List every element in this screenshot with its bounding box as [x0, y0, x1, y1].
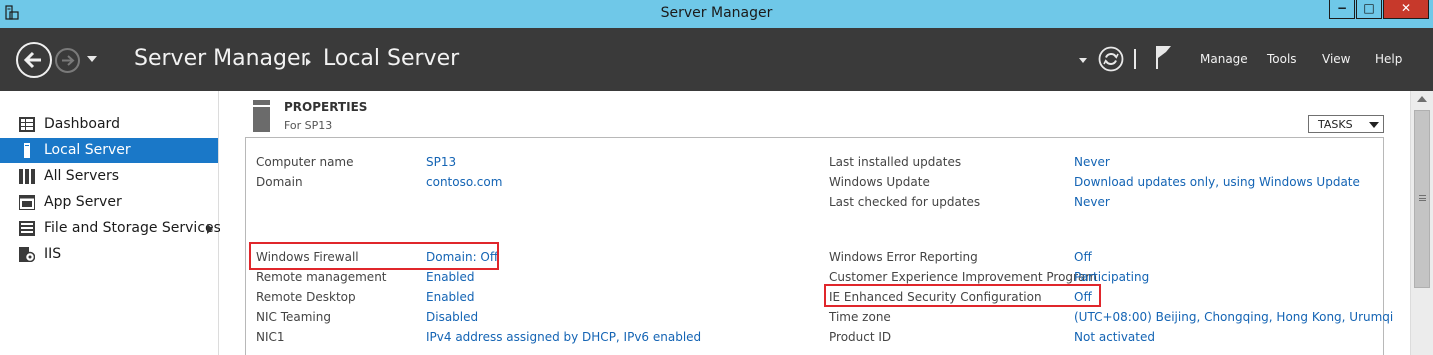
ceip-label: Customer Experience Improvement Program [829, 270, 1098, 284]
remote-management-label: Remote management [256, 270, 387, 284]
menu-tools[interactable]: Tools [1267, 52, 1297, 66]
sidebar-item-label: Local Server [44, 142, 131, 158]
tasks-label: TASKS [1318, 118, 1353, 131]
app-server-icon [19, 195, 35, 210]
sidebar-item-dashboard[interactable]: Dashboard [0, 112, 218, 137]
sidebar-item-iis[interactable]: IIS [0, 242, 218, 267]
refresh-icon[interactable] [1098, 46, 1124, 72]
file-storage-icon [19, 221, 35, 236]
windows-firewall-highlight [249, 242, 499, 270]
scroll-up-icon[interactable] [1417, 96, 1427, 102]
chevron-down-icon [1369, 122, 1379, 128]
nic1-label: NIC1 [256, 330, 285, 344]
last-checked-updates-value[interactable]: Never [1074, 195, 1110, 209]
window-title: Server Manager [660, 5, 773, 21]
time-zone-value[interactable]: (UTC+08:00) Beijing, Chongqing, Hong Kon… [1074, 310, 1393, 324]
notifications-dropdown-icon[interactable] [1079, 58, 1087, 63]
main-panel: PROPERTIES For SP13 TASKS Computer name … [220, 91, 1410, 355]
breadcrumb-separator-icon [306, 58, 311, 66]
last-checked-updates-label: Last checked for updates [829, 195, 981, 209]
time-zone-label: Time zone [829, 310, 891, 324]
sidebar-item-label: All Servers [44, 168, 120, 184]
sidebar-item-label: Dashboard [44, 116, 120, 132]
properties-subtitle: For SP13 [284, 119, 333, 132]
sidebar-item-app-server[interactable]: App Server [0, 190, 218, 215]
properties-panel: Computer name SP13 Domain contoso.com Wi… [245, 137, 1393, 355]
all-servers-icon [19, 169, 35, 184]
maximize-button[interactable]: □ [1356, 0, 1382, 19]
menu-help[interactable]: Help [1375, 52, 1402, 66]
nic1-value[interactable]: IPv4 address assigned by DHCP, IPv6 enab… [426, 330, 701, 344]
close-icon: ✕ [1400, 1, 1412, 15]
computer-name-label: Computer name [256, 155, 354, 169]
title-bar: Server Manager − □ ✕ [0, 0, 1433, 28]
notification-flag-icon[interactable] [1154, 44, 1174, 70]
grip-icon [1419, 195, 1426, 201]
windows-error-reporting-label: Windows Error Reporting [829, 250, 978, 264]
forward-arrow-icon [62, 55, 75, 66]
domain-label: Domain [256, 175, 303, 189]
breadcrumb-app[interactable]: Server Manager [134, 46, 310, 71]
dashboard-icon [19, 117, 35, 132]
product-id-value[interactable]: Not activated [1074, 330, 1155, 344]
domain-value[interactable]: contoso.com [426, 175, 502, 189]
computer-name-value[interactable]: SP13 [426, 155, 456, 169]
breadcrumb-page: Local Server [323, 46, 460, 71]
nic-teaming-label: NIC Teaming [256, 310, 331, 324]
menu-manage[interactable]: Manage [1200, 52, 1248, 66]
remote-management-value[interactable]: Enabled [426, 270, 475, 284]
sidebar-item-all-servers[interactable]: All Servers [0, 164, 218, 189]
close-button[interactable]: ✕ [1383, 0, 1429, 19]
back-arrow-icon [23, 51, 41, 69]
ie-esc-highlight [824, 284, 1101, 307]
nic-teaming-value[interactable]: Disabled [426, 310, 478, 324]
sidebar-item-label: File and Storage Services [44, 220, 221, 236]
remote-desktop-label: Remote Desktop [256, 290, 356, 304]
history-dropdown-icon[interactable] [87, 56, 97, 62]
header-divider [1134, 49, 1136, 69]
local-server-icon [24, 143, 30, 158]
windows-error-reporting-value[interactable]: Off [1074, 250, 1092, 264]
header-bar: Server Manager Local Server Manage Tools… [0, 28, 1433, 91]
iis-icon [19, 247, 35, 262]
properties-title: PROPERTIES [284, 100, 368, 114]
last-installed-updates-value[interactable]: Never [1074, 155, 1110, 169]
scroll-thumb[interactable] [1414, 110, 1430, 288]
back-button[interactable] [16, 42, 52, 78]
forward-button[interactable] [55, 48, 80, 73]
remote-desktop-value[interactable]: Enabled [426, 290, 475, 304]
minimize-icon: − [1336, 1, 1348, 15]
sidebar-item-label: App Server [44, 194, 122, 210]
sidebar-item-label: IIS [44, 246, 62, 262]
maximize-icon: □ [1363, 1, 1375, 15]
minimize-button[interactable]: − [1329, 0, 1355, 19]
windows-update-label: Windows Update [829, 175, 930, 189]
sidebar-item-file-storage[interactable]: File and Storage Services [0, 216, 221, 241]
last-installed-updates-label: Last installed updates [829, 155, 962, 169]
windows-update-value[interactable]: Download updates only, using Windows Upd… [1074, 175, 1360, 189]
sidebar-item-local-server[interactable]: Local Server [0, 138, 218, 163]
server-properties-icon [253, 100, 270, 132]
ceip-value[interactable]: Participating [1074, 270, 1149, 284]
vertical-scrollbar[interactable] [1410, 91, 1433, 355]
sidebar: Dashboard Local Server All Servers App S… [0, 91, 221, 355]
menu-view[interactable]: View [1322, 52, 1350, 66]
tasks-button[interactable]: TASKS [1308, 115, 1384, 133]
submenu-arrow-icon[interactable] [207, 224, 213, 234]
product-id-label: Product ID [829, 330, 892, 344]
